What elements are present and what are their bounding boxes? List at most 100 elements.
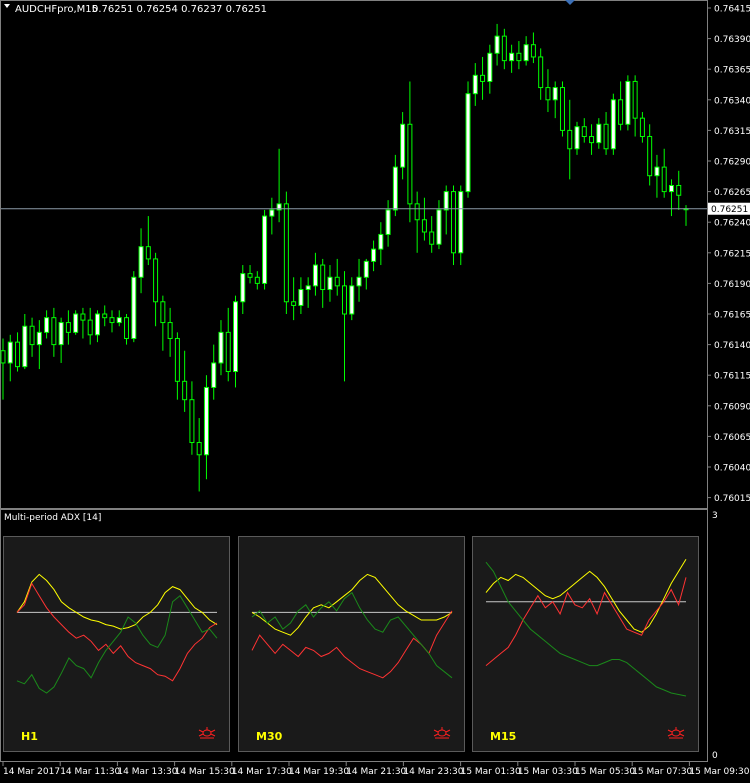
candle-body [189,399,195,444]
candle-body [65,322,71,333]
candle-body [458,191,464,254]
candle-body [327,276,333,291]
price-tick-label: 0.76065 [714,433,750,443]
chart-canvas: AUDCHFpro,M15 0.76251 0.76254 0.76237 0.… [0,0,750,777]
candle-body [203,386,209,456]
candle-body [312,264,318,287]
candle-body [211,362,217,388]
candle-body [80,313,86,321]
time-tick-label: 14 Mar 21:30 [346,767,406,777]
candle-body [36,331,42,346]
candle-body [291,301,297,306]
candle-body [116,317,122,324]
adx-panel-h1: H1 [3,536,230,752]
candle-body [639,117,645,138]
adx-panel-label: M15 [490,730,516,743]
candle-body [632,80,638,119]
candle-body [363,260,369,278]
candle-body [552,87,558,101]
candle-body [516,52,522,62]
candle-body [342,285,347,315]
indicator-ymax: 3 [712,511,718,521]
candle-body [421,219,427,233]
price-tick-label: 0.76265 [714,188,750,198]
candle-body [450,191,456,254]
price-tick-label: 0.76190 [714,280,750,290]
candle-body [356,276,362,287]
candle-body [581,126,587,138]
candle-body [196,442,202,456]
candle-body [233,301,239,373]
candle-body [545,87,551,101]
candle-body [559,87,565,131]
ohlc-readout: 0.76251 0.76254 0.76237 0.76251 [92,4,267,15]
candle-body [138,246,144,278]
price-tick-label: 0.76215 [714,249,750,259]
price-label: 0.76251 [711,205,748,215]
candle-body [174,337,180,382]
candle-body [625,80,631,125]
adx-panel-label: M30 [256,730,283,743]
candle-body [400,123,406,168]
candle-body [371,248,377,262]
candle-body [182,380,188,401]
time-tick-label: 14 Mar 17:30 [232,767,292,777]
candle-body [349,285,355,315]
time-tick-label: 14 Mar 2017 [3,767,60,777]
price-tick-label: 0.76415 [714,5,750,15]
candle-body [29,325,35,346]
candle-body [247,273,253,278]
candle-body [44,317,50,333]
candle-body [509,52,515,62]
price-axis: 0.76415 0.76390 0.76365 0.76340 0.76315 0.762… [707,5,750,504]
candle-body [429,231,435,245]
candle-body [647,136,653,177]
candle-body [262,215,268,284]
indicator-title: Multi-period ADX [14] [4,513,101,523]
candle-body [501,35,507,62]
candle-body [574,126,580,150]
adx-panel-frame [238,536,465,752]
candle-body [661,166,667,193]
candle-body [131,276,137,339]
price-tick-label: 0.76115 [714,372,750,382]
candle-body [596,123,602,144]
candle-body [124,317,130,339]
adx-panel-label: H1 [21,730,38,743]
candle-body [472,74,478,95]
chart-title: AUDCHFpro,M15 [15,4,98,15]
price-tick-label: 0.76240 [714,219,750,229]
candle-body [22,325,28,368]
adx-panel-m15: M15 [472,536,699,752]
adx-panel-frame [472,536,699,752]
candle-body [567,129,573,150]
candle-body [167,322,173,339]
price-tick-label: 0.76315 [714,127,750,137]
candle-body [73,313,79,333]
time-tick-label: 15 Mar 07:30 [632,767,692,777]
price-tick-label: 0.76040 [714,464,750,474]
candle-body [218,331,224,364]
time-tick-label: 14 Mar 23:30 [403,767,463,777]
candle-body [145,246,151,260]
time-tick-label: 14 Mar 11:30 [60,767,120,777]
candle-body [603,123,609,150]
candle-body [160,301,166,324]
candle-body [102,313,108,319]
candle-body [610,99,616,150]
candle-body [530,44,536,58]
price-tick-label: 0.76165 [714,311,750,321]
candle-body [654,166,660,177]
price-tick-label: 0.76290 [714,158,750,168]
candle-body [298,289,304,306]
time-tick-label: 14 Mar 13:30 [117,767,177,777]
price-tick-label: 0.76365 [714,66,750,76]
candle-body [436,209,442,245]
time-tick-label: 15 Mar 05:30 [575,767,635,777]
main-chart-frame [0,0,708,509]
candle-body [153,258,159,303]
time-tick-label: 15 Mar 09:30 [689,767,749,777]
candle-body [109,317,115,324]
candle-body [414,203,420,221]
candle-body [407,123,413,205]
